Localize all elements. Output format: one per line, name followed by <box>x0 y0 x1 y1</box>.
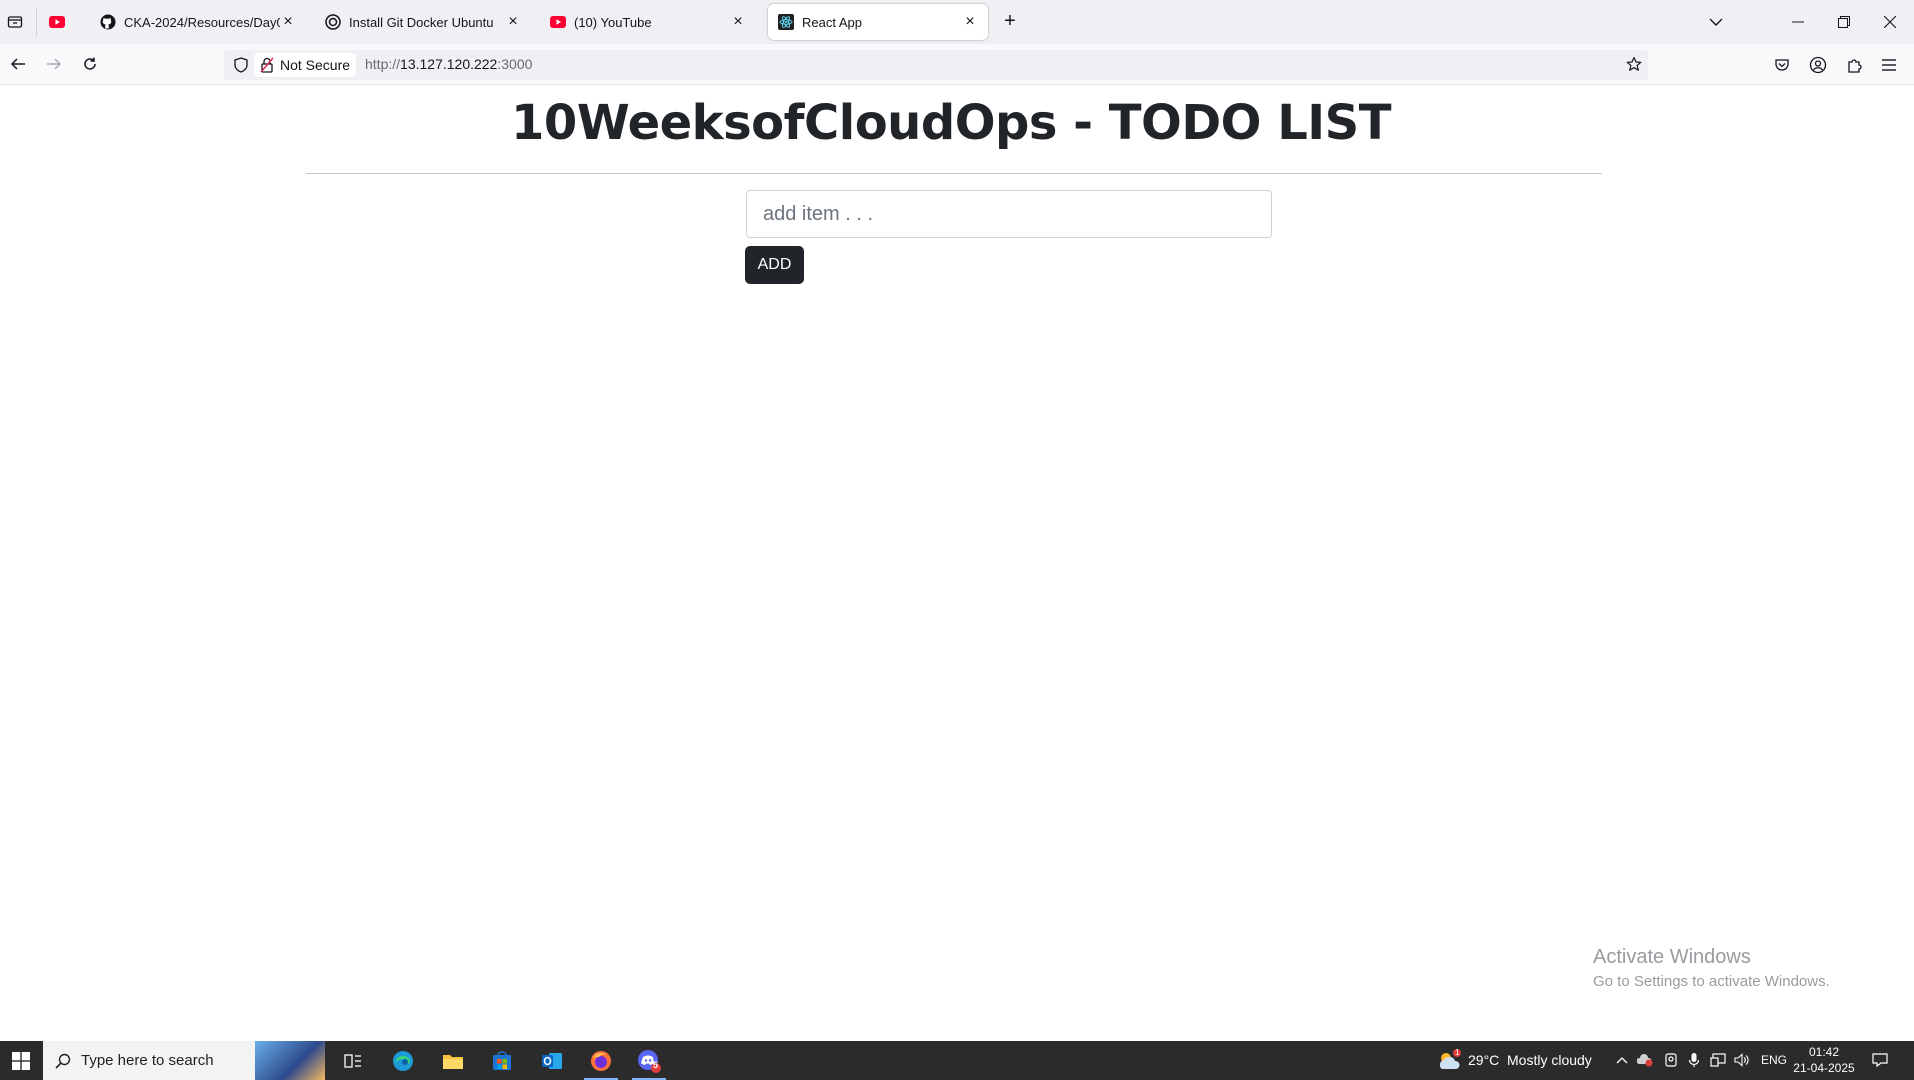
weather-condition[interactable]: Mostly cloudy <box>1507 1052 1592 1068</box>
youtube-icon <box>49 16 65 28</box>
url-scheme: http:// <box>365 56 401 72</box>
tab-title: React App <box>802 14 862 30</box>
add-button[interactable]: ADD <box>745 246 804 284</box>
outlook-icon[interactable] <box>529 1041 575 1080</box>
task-view-icon[interactable] <box>330 1041 376 1080</box>
extensions-puzzle-icon[interactable] <box>1845 56 1863 74</box>
minimize-icon[interactable] <box>1786 10 1810 34</box>
new-tab-button[interactable]: + <box>998 11 1022 32</box>
back-arrow-icon[interactable] <box>8 54 28 74</box>
windows-start-icon[interactable] <box>0 1041 42 1080</box>
weather-badge: 1 <box>1455 1048 1460 1057</box>
activate-windows-subtitle: Go to Settings to activate Windows. <box>1593 973 1830 990</box>
file-explorer-icon[interactable] <box>430 1041 476 1080</box>
close-icon[interactable]: × <box>962 13 978 30</box>
search-highlight-image <box>255 1041 325 1080</box>
url-host: 13.127.120.222 <box>400 56 498 72</box>
weather-cloudy-icon[interactable]: 1 <box>1436 1048 1462 1071</box>
close-icon[interactable]: × <box>505 13 521 30</box>
firefox-view-icon[interactable] <box>5 12 25 32</box>
site-security-indicator[interactable]: Not Secure <box>254 53 357 77</box>
divider <box>306 173 1602 174</box>
volume-icon[interactable] <box>1734 1052 1750 1068</box>
list-all-tabs-icon[interactable] <box>1704 10 1728 34</box>
tab-title: CKA-2024/Resources/Day03 at <box>124 14 280 30</box>
activate-windows-title: Activate Windows <box>1593 946 1751 968</box>
microphone-icon[interactable] <box>1686 1052 1702 1068</box>
onedrive-error-icon[interactable] <box>1637 1052 1653 1068</box>
notifications-icon[interactable] <box>1872 1052 1888 1068</box>
close-window-icon[interactable] <box>1878 10 1902 34</box>
forward-arrow-icon[interactable] <box>44 54 64 74</box>
search-icon <box>55 1053 71 1069</box>
clock-time: 01:42 <box>1808 1045 1840 1059</box>
camera-in-use-icon[interactable] <box>1663 1052 1679 1068</box>
add-item-input[interactable] <box>746 190 1272 238</box>
page-title: 10WeeksofCloudOps - TODO LIST <box>511 95 1391 151</box>
tracking-protection-shield-icon[interactable] <box>234 57 248 78</box>
microsoft-store-icon[interactable] <box>479 1041 525 1080</box>
navigation-toolbar: Not Secure http://13.127.120.222:3000 <box>0 44 1914 85</box>
taskbar: Type here to search 5 1 29°C Mostly clou… <box>0 1041 1914 1080</box>
url-port: :3000 <box>497 56 533 72</box>
show-hidden-icons-chevron-up-icon[interactable] <box>1614 1052 1630 1068</box>
tab-react-app[interactable]: React App × <box>768 4 988 40</box>
weather-temperature[interactable]: 29°C <box>1468 1052 1499 1068</box>
address-bar[interactable]: Not Secure http://13.127.120.222:3000 <box>224 50 1648 80</box>
url-text[interactable]: http://13.127.120.222:3000 <box>365 56 532 72</box>
tab-title: Install Git Docker Ubuntu <box>349 14 494 30</box>
not-secure-label: Not Secure <box>280 57 351 73</box>
clock-date: 21-04-2025 <box>1793 1061 1855 1075</box>
tab-title: (10) YouTube <box>574 14 652 30</box>
tab-separator <box>36 8 37 36</box>
search-placeholder: Type here to search <box>81 1052 214 1069</box>
network-icon[interactable] <box>1710 1052 1726 1068</box>
tab-youtube[interactable]: (10) YouTube × <box>540 4 756 40</box>
pinned-tab-youtube[interactable] <box>46 12 68 32</box>
reload-icon[interactable] <box>80 54 100 74</box>
firefox-icon[interactable] <box>578 1041 624 1080</box>
activate-windows-watermark: Activate Windows Go to Settings to activ… <box>1593 946 1830 990</box>
page-content: 10WeeksofCloudOps - TODO LIST ADD Activa… <box>0 85 1914 1041</box>
react-icon <box>778 14 794 30</box>
account-icon[interactable] <box>1809 56 1827 74</box>
insecure-lock-icon <box>260 57 274 73</box>
youtube-icon <box>550 14 566 30</box>
close-icon[interactable]: × <box>730 13 746 30</box>
chatgpt-icon <box>325 14 341 30</box>
github-icon <box>100 14 116 30</box>
hamburger-menu-icon[interactable] <box>1880 56 1898 74</box>
pocket-icon[interactable] <box>1773 56 1791 74</box>
edge-browser-icon[interactable] <box>380 1041 426 1080</box>
discord-icon[interactable]: 5 <box>626 1041 672 1080</box>
input-language[interactable]: ENG <box>1761 1053 1787 1067</box>
tab-strip: CKA-2024/Resources/Day03 at × Install Gi… <box>0 0 1914 44</box>
tab-github[interactable]: CKA-2024/Resources/Day03 at × <box>90 4 306 40</box>
taskbar-search-box[interactable]: Type here to search <box>43 1041 325 1080</box>
restore-icon[interactable] <box>1832 10 1856 34</box>
bookmark-star-icon[interactable] <box>1626 56 1642 77</box>
tab-chatgpt[interactable]: Install Git Docker Ubuntu × <box>315 4 531 40</box>
system-clock[interactable]: 01:42 21-04-2025 <box>1786 1044 1862 1076</box>
close-icon[interactable]: × <box>280 13 296 30</box>
discord-badge: 5 <box>653 1060 659 1070</box>
